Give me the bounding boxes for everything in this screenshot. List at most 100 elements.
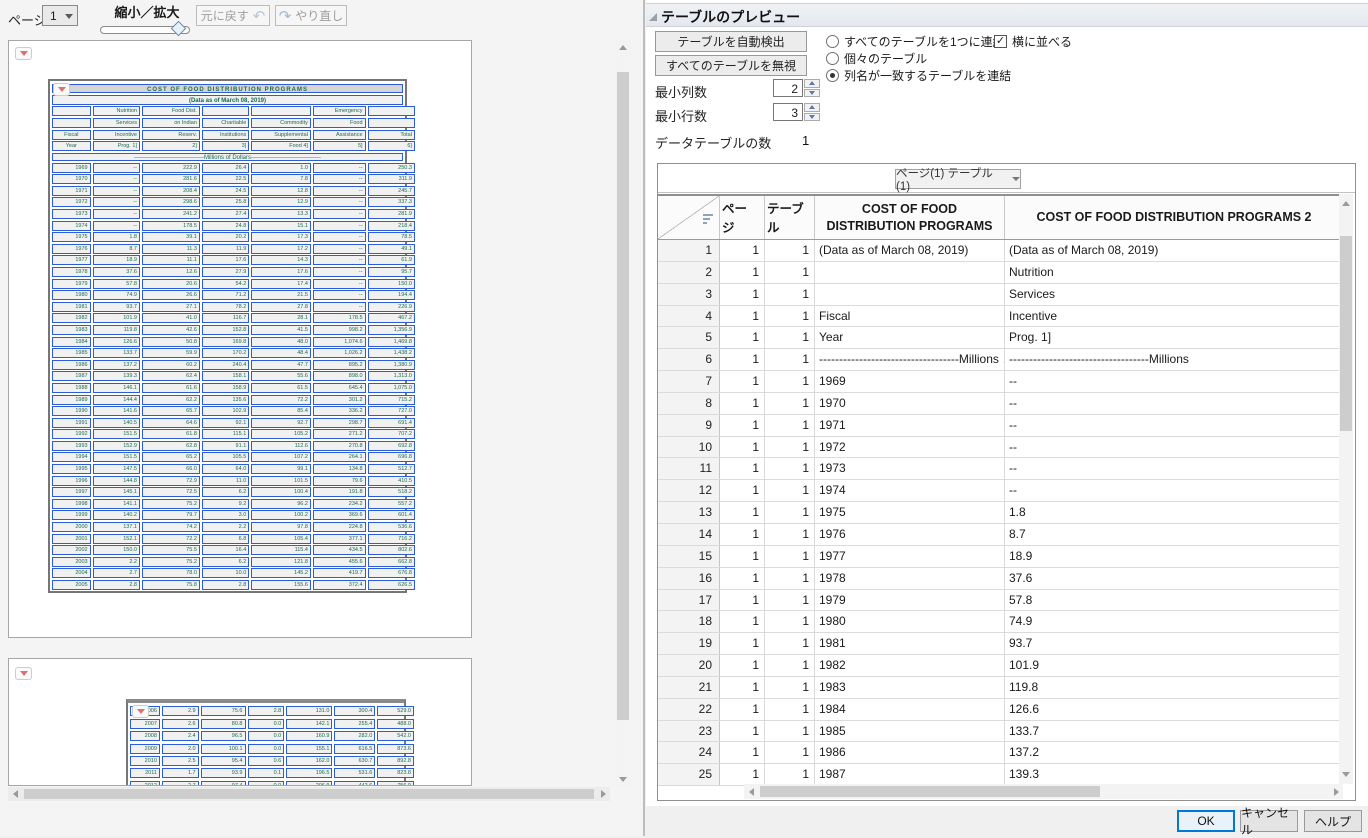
cell[interactable]: 133.7 <box>1005 721 1343 742</box>
scroll-right-icon[interactable] <box>596 787 610 801</box>
cell[interactable]: 1987 <box>815 764 1005 785</box>
ignore-all-tables-button[interactable]: すべてのテーブルを無視 <box>655 55 807 76</box>
row-number[interactable]: 17 <box>658 590 720 611</box>
row-number[interactable]: 9 <box>658 415 720 436</box>
cell[interactable]: -- <box>1005 371 1343 392</box>
undo-button[interactable]: 元に戻す ↶ <box>196 5 270 26</box>
cell[interactable]: (Data as of March 08, 2019) <box>815 240 1005 261</box>
cell[interactable]: 1 <box>765 327 815 348</box>
cell[interactable]: 1 <box>765 415 815 436</box>
cell[interactable]: 1 <box>720 371 765 392</box>
row-number[interactable]: 23 <box>658 721 720 742</box>
row-number[interactable]: 1 <box>658 240 720 261</box>
min-columns-input[interactable]: 2 <box>773 79 803 97</box>
cell[interactable]: 1 <box>765 546 815 567</box>
table-row[interactable]: 20111982101.9 <box>658 655 1343 677</box>
cell[interactable]: 1 <box>720 306 765 327</box>
row-number[interactable]: 8 <box>658 393 720 414</box>
table-row[interactable]: 411FiscalIncentive <box>658 306 1343 328</box>
cell[interactable]: 1 <box>765 721 815 742</box>
row-number[interactable]: 5 <box>658 327 720 348</box>
table-row[interactable]: 24111986137.2 <box>658 742 1343 764</box>
cell[interactable]: 37.6 <box>1005 568 1343 589</box>
table-menu-red-triangle-icon[interactable] <box>53 83 70 96</box>
column-header-page[interactable]: ページ <box>720 196 765 239</box>
cell[interactable]: 1 <box>720 633 765 654</box>
cell[interactable]: 1 <box>765 458 815 479</box>
cell[interactable]: 1 <box>765 480 815 501</box>
radio-selected-icon[interactable] <box>826 69 839 82</box>
cell[interactable]: 137.2 <box>1005 742 1343 763</box>
cell[interactable]: 1 <box>720 284 765 305</box>
cell[interactable]: 18.9 <box>1005 546 1343 567</box>
cell[interactable]: 1 <box>765 284 815 305</box>
scrollbar-thumb[interactable] <box>1340 236 1352 431</box>
cell[interactable]: 1 <box>765 524 815 545</box>
cell[interactable]: 57.8 <box>1005 590 1343 611</box>
cell[interactable]: 1 <box>765 262 815 283</box>
ok-button[interactable]: OK <box>1177 810 1235 832</box>
cell[interactable]: 1974 <box>815 480 1005 501</box>
row-number[interactable]: 6 <box>658 349 720 370</box>
cell[interactable]: 1 <box>720 721 765 742</box>
radio-icon[interactable] <box>826 35 839 48</box>
cell[interactable]: 1971 <box>815 415 1005 436</box>
table-row[interactable]: 1711197957.8 <box>658 590 1343 612</box>
cell[interactable]: 1 <box>765 393 815 414</box>
cell[interactable]: 1972 <box>815 437 1005 458</box>
radio-concatenate-matching-columns[interactable]: 列名が一致するテーブルを連結 <box>826 67 1011 84</box>
cell[interactable]: 1 <box>765 655 815 676</box>
cell[interactable]: 1 <box>765 371 815 392</box>
row-number[interactable]: 4 <box>658 306 720 327</box>
cell[interactable]: 1 <box>720 546 765 567</box>
cell[interactable]: 1 <box>720 437 765 458</box>
row-number[interactable]: 25 <box>658 764 720 785</box>
table-row[interactable]: 25111987139.3 <box>658 764 1343 786</box>
scroll-right-icon[interactable] <box>1329 784 1343 799</box>
cell[interactable]: 8.7 <box>1005 524 1343 545</box>
cell[interactable]: 1 <box>720 590 765 611</box>
table-row[interactable]: 1911198193.7 <box>658 633 1343 655</box>
cell[interactable]: 1 <box>765 502 815 523</box>
cell[interactable]: 1 <box>720 262 765 283</box>
cell[interactable]: 126.6 <box>1005 699 1343 720</box>
table-row[interactable]: 111(Data as of March 08, 2019)(Data as o… <box>658 240 1343 262</box>
table-row[interactable]: 21111983119.8 <box>658 677 1343 699</box>
cell[interactable]: 1984 <box>815 699 1005 720</box>
cell[interactable]: 1 <box>765 240 815 261</box>
cell[interactable]: 1.8 <box>1005 502 1343 523</box>
row-number[interactable]: 12 <box>658 480 720 501</box>
cell[interactable]: Nutrition <box>1005 262 1343 283</box>
radio-icon[interactable] <box>826 52 839 65</box>
cell[interactable]: 1970 <box>815 393 1005 414</box>
detected-table-page2[interactable]: 20062.975.62.8131.0300.4529.020072.680.8… <box>126 699 406 786</box>
page-select[interactable]: 1 <box>42 5 78 26</box>
cell[interactable]: 1 <box>720 524 765 545</box>
page-menu-red-triangle-icon[interactable] <box>15 667 32 680</box>
left-horizontal-scrollbar[interactable] <box>8 787 610 801</box>
stepper-down-icon[interactable] <box>804 113 820 122</box>
row-number[interactable]: 13 <box>658 502 720 523</box>
cell[interactable]: 1 <box>720 349 765 370</box>
radio-concatenate-all[interactable]: すべてのテーブルを1つに連結 <box>826 33 1005 50</box>
cell[interactable]: 1 <box>720 502 765 523</box>
table-menu-red-triangle-icon[interactable] <box>132 705 149 718</box>
cell[interactable]: 1 <box>720 742 765 763</box>
table-row[interactable]: 11111973-- <box>658 458 1343 480</box>
cell[interactable]: -- <box>1005 458 1343 479</box>
cell[interactable]: 1 <box>720 415 765 436</box>
cell[interactable]: 1 <box>765 306 815 327</box>
column-header-col1[interactable]: COST OF FOOD DISTRIBUTION PROGRAMS <box>815 196 1005 239</box>
cell[interactable]: 1986 <box>815 742 1005 763</box>
table-row[interactable]: 8111970-- <box>658 393 1343 415</box>
cell[interactable]: Fiscal <box>815 306 1005 327</box>
table-row[interactable]: 1511197718.9 <box>658 546 1343 568</box>
table-row[interactable]: 311Services <box>658 284 1343 306</box>
table-row[interactable]: 23111985133.7 <box>658 721 1343 743</box>
table-row[interactable]: 131119751.8 <box>658 502 1343 524</box>
table-row[interactable]: 9111971-- <box>658 415 1343 437</box>
cell[interactable] <box>815 262 1005 283</box>
cell[interactable]: 1 <box>720 699 765 720</box>
cell[interactable]: -- <box>1005 393 1343 414</box>
cell[interactable]: -- <box>1005 437 1343 458</box>
